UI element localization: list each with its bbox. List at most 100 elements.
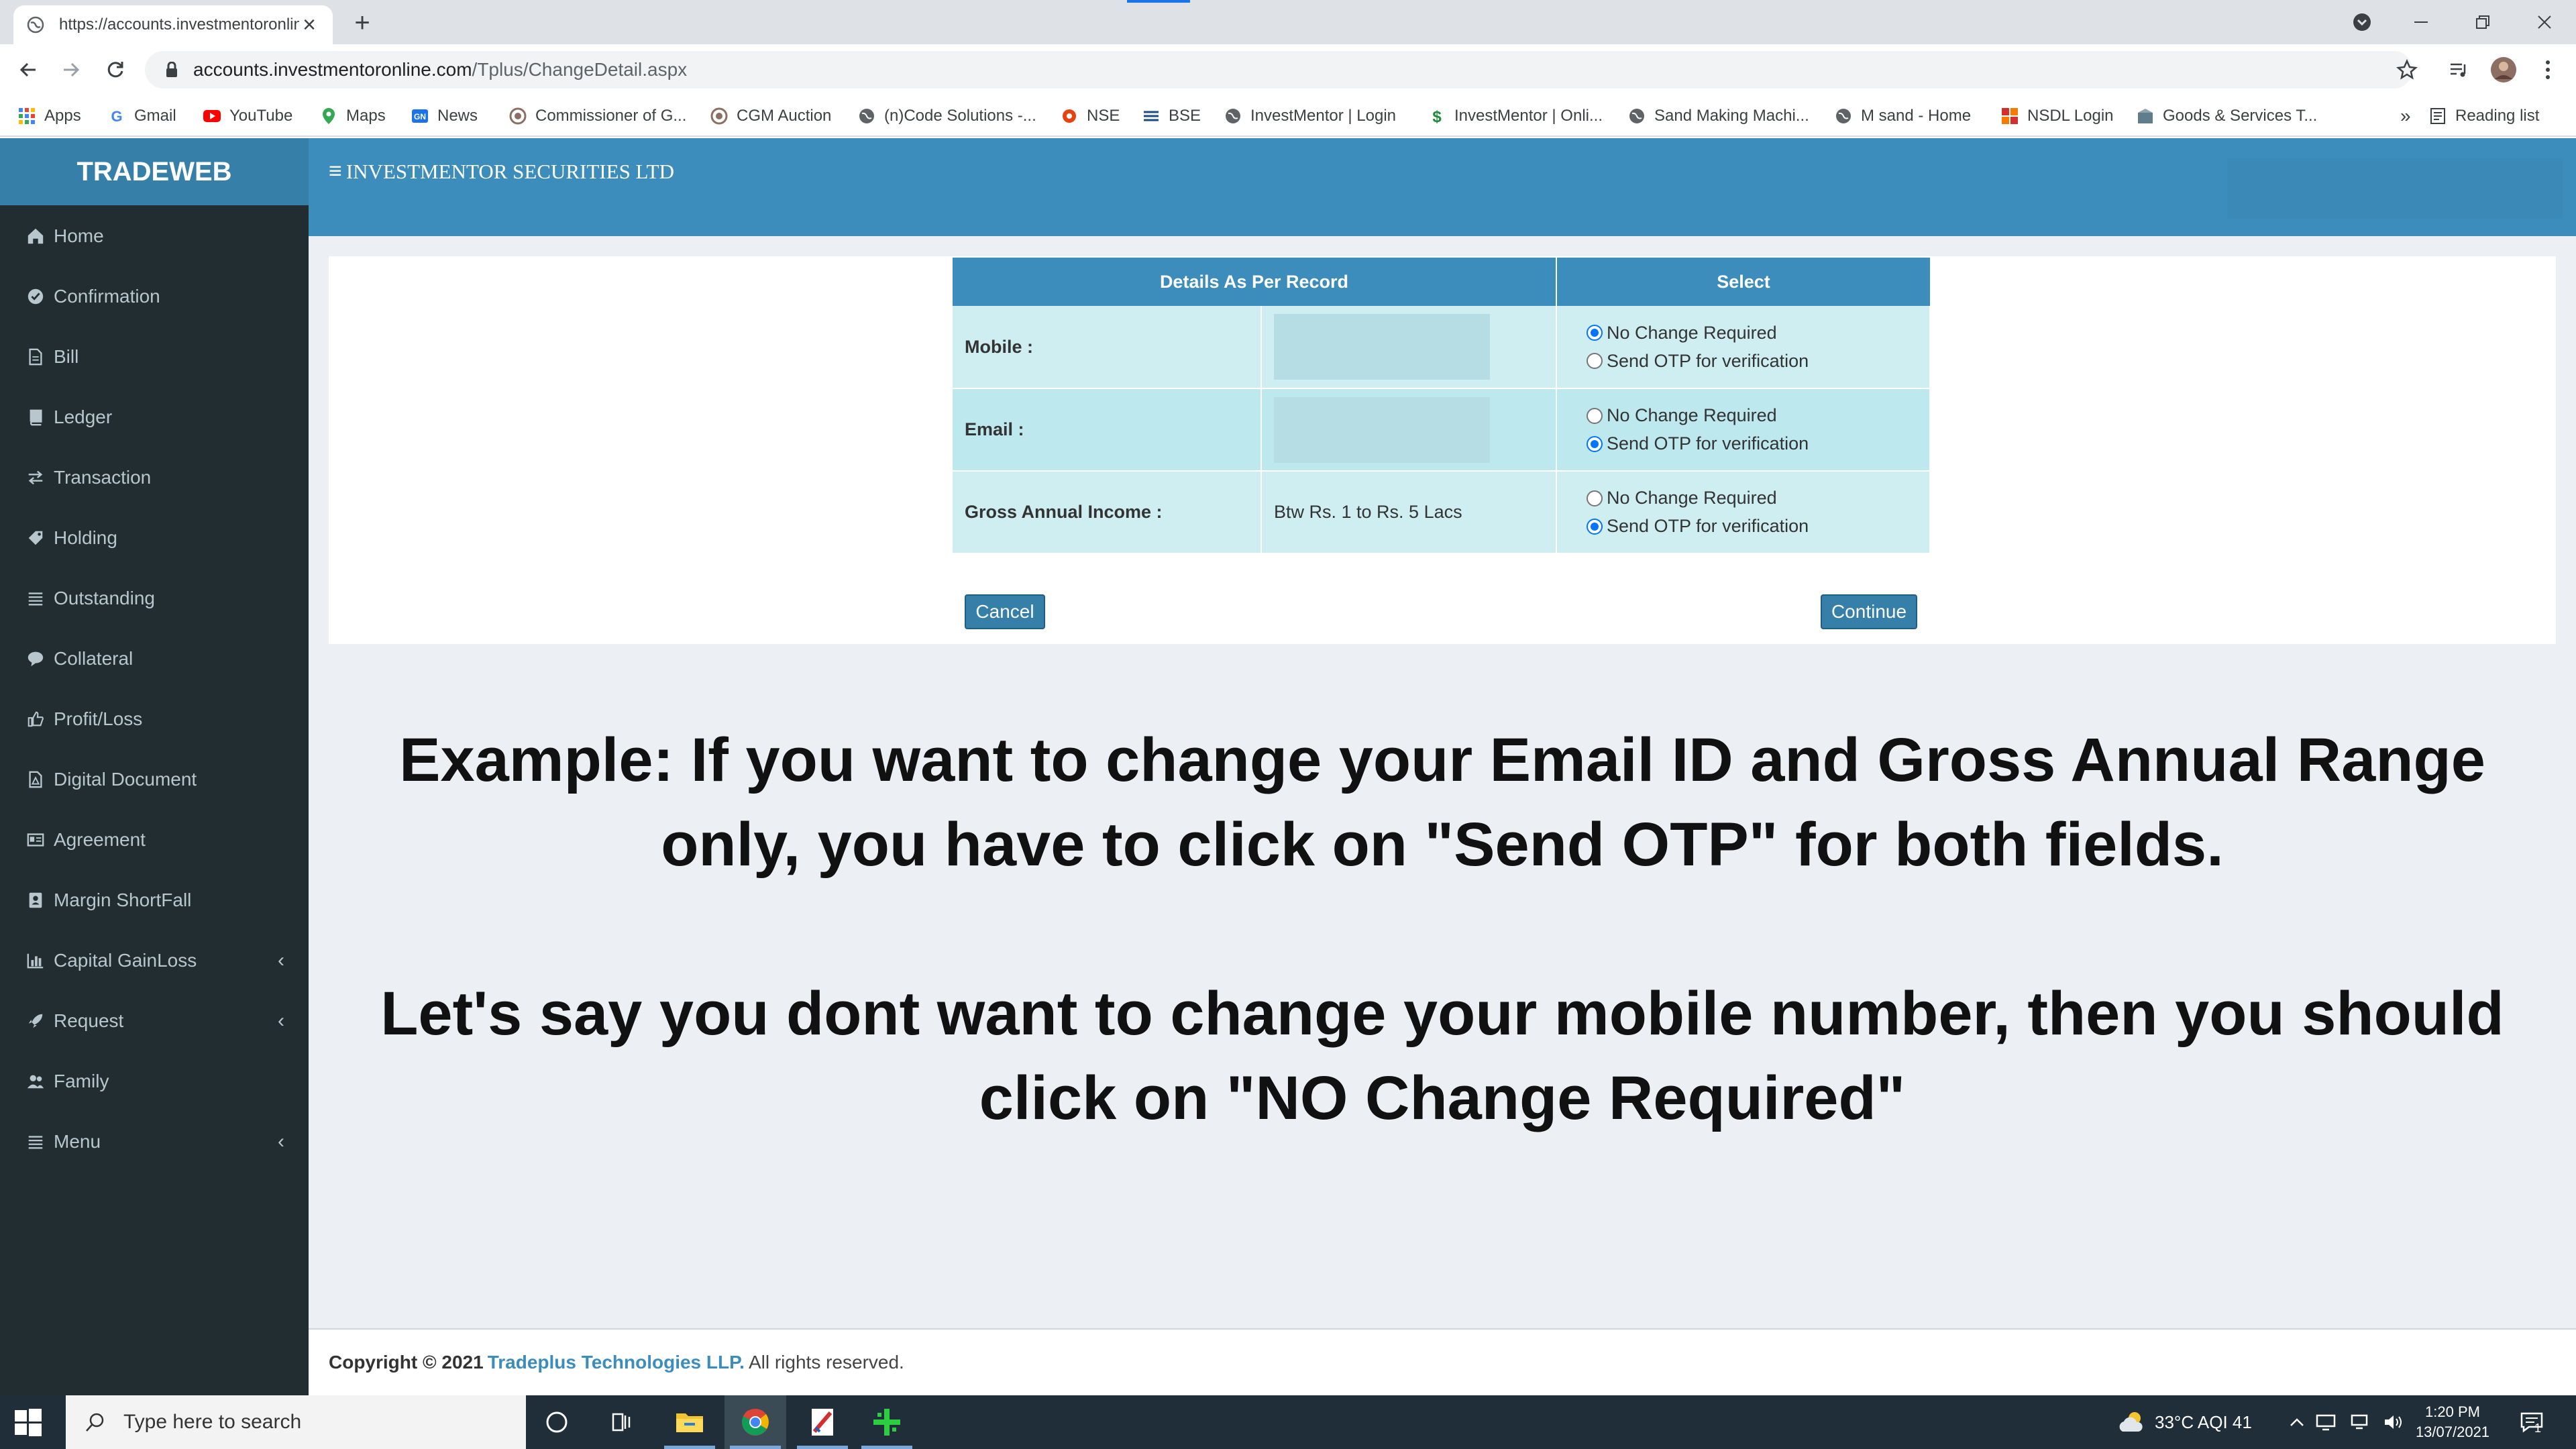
monitor-icon[interactable] — [2316, 1395, 2336, 1449]
cancel-button[interactable]: Cancel — [965, 594, 1045, 629]
radio-button[interactable] — [1587, 353, 1603, 369]
profile-avatar[interactable] — [2489, 55, 2518, 85]
star-icon[interactable] — [2392, 55, 2422, 85]
radio-button[interactable] — [1587, 518, 1603, 535]
windows-start-icon[interactable] — [13, 1407, 46, 1440]
chrome-icon[interactable] — [724, 1395, 786, 1449]
sidebar-item-transaction[interactable]: Transaction — [0, 448, 309, 507]
bookmark-news[interactable]: GN News — [411, 102, 478, 130]
back-arrow-icon[interactable] — [13, 55, 43, 85]
network-icon[interactable] — [2351, 1395, 2371, 1449]
reading-list-button[interactable]: Reading list — [2428, 102, 2539, 130]
address-bar[interactable]: accounts.investmentoronline.com/Tplus/Ch… — [145, 51, 2412, 89]
cortana-icon[interactable] — [526, 1395, 588, 1449]
address-url: accounts.investmentoronline.com/Tplus/Ch… — [193, 59, 687, 80]
bookmark-youtube[interactable]: YouTube — [203, 102, 292, 130]
bookmark-commissioner-of-g[interactable]: Commissioner of G... — [508, 102, 686, 130]
bookmark-m-sand-home[interactable]: M sand - Home — [1834, 102, 1971, 130]
tab-close-icon[interactable]: × — [299, 12, 319, 38]
send-otp-option[interactable]: Send OTP for verification — [1587, 430, 1929, 458]
header-select: Select — [1556, 258, 1930, 306]
browser-tab[interactable]: https://accounts.investmentoronline.com/… — [13, 5, 333, 44]
trading-app-icon[interactable] — [856, 1395, 918, 1449]
bookmark-label: M sand - Home — [1861, 107, 1972, 125]
bookmark-label: Commissioner of G... — [535, 107, 687, 125]
company-name: INVESTMENTOR SECURITIES LTD — [345, 159, 674, 183]
radio-label: No Change Required — [1607, 488, 1777, 508]
field-label: Gross Annual Income : — [953, 471, 1262, 554]
radio-button[interactable] — [1587, 435, 1603, 452]
bookmark-apps[interactable]: Apps — [17, 102, 81, 130]
sidebar-item-menu[interactable]: Menu ‹ — [0, 1112, 309, 1171]
forward-arrow-icon[interactable] — [56, 55, 86, 85]
file-explorer-icon[interactable] — [659, 1395, 720, 1449]
brand-logo[interactable]: TRADEWEB — [0, 138, 309, 205]
notification-center-icon[interactable]: 1 — [2520, 1395, 2543, 1449]
show-hidden-icons[interactable] — [2289, 1395, 2305, 1449]
system-clock[interactable]: 1:20 PM 13/07/2021 — [2412, 1395, 2493, 1449]
bookmark-goods-services-t[interactable]: Goods & Services T... — [2136, 102, 2317, 130]
taskbar-search-box[interactable]: Type here to search — [66, 1395, 526, 1449]
task-view-icon[interactable] — [590, 1395, 652, 1449]
pdf-editor-icon[interactable] — [792, 1395, 853, 1449]
sidebar-item-collateral[interactable]: Collateral — [0, 629, 309, 688]
home-icon — [25, 226, 46, 246]
no-change-option[interactable]: No Change Required — [1587, 484, 1929, 513]
sidebar-item-margin-shortfall[interactable]: Margin ShortFall — [0, 871, 309, 930]
sidebar-item-capital-gainloss[interactable]: Capital GainLoss ‹ — [0, 931, 309, 990]
bookmark-investmentor-login[interactable]: InvestMentor | Login — [1224, 102, 1396, 130]
reload-icon[interactable] — [101, 55, 130, 85]
clock-date: 13/07/2021 — [2415, 1424, 2490, 1440]
bookmark-sand-making-machi[interactable]: Sand Making Machi... — [1627, 102, 1809, 130]
bookmark-cgm-auction[interactable]: CGM Auction — [710, 102, 831, 130]
new-tab-button[interactable]: + — [349, 9, 376, 36]
volume-icon[interactable] — [2383, 1395, 2404, 1449]
option-cell: No Change Required Send OTP for verificat… — [1556, 471, 1931, 554]
sidebar-item-ledger[interactable]: Ledger — [0, 388, 309, 447]
media-control-icon[interactable] — [2445, 55, 2474, 85]
send-otp-option[interactable]: Send OTP for verification — [1587, 347, 1929, 375]
kebab-menu-icon[interactable] — [2533, 55, 2563, 85]
sidebar-item-request[interactable]: Request ‹ — [0, 991, 309, 1051]
no-change-option[interactable]: No Change Required — [1587, 319, 1929, 347]
restore-button[interactable] — [2453, 0, 2513, 44]
more-bookmarks-button[interactable]: » — [2400, 102, 2411, 130]
bookmark-nse[interactable]: NSE — [1060, 102, 1120, 130]
sidebar-item-outstanding[interactable]: Outstanding — [0, 569, 309, 628]
continue-button[interactable]: Continue — [1821, 594, 1917, 629]
svg-text:$: $ — [1432, 108, 1442, 125]
sidebar-item-profit-loss[interactable]: Profit/Loss — [0, 690, 309, 749]
sidebar-item-confirmation[interactable]: Confirmation — [0, 267, 309, 326]
chevron-left-icon[interactable]: ‹ — [278, 1130, 284, 1153]
sidebar-item-label: Digital Document — [54, 769, 197, 790]
footer-company-link[interactable]: Tradeplus Technologies LLP. — [488, 1352, 745, 1373]
id-card-icon — [25, 830, 46, 850]
chevron-left-icon[interactable]: ‹ — [278, 949, 284, 972]
sidebar-item-home[interactable]: Home — [0, 207, 309, 266]
weather-widget[interactable]: 33°C AQI 41 — [2117, 1395, 2252, 1449]
bookmark-bse[interactable]: BSE — [1142, 102, 1201, 130]
radio-button[interactable] — [1587, 407, 1603, 424]
bookmark-gmail[interactable]: G Gmail — [107, 102, 176, 130]
sidebar-item-family[interactable]: Family — [0, 1052, 309, 1111]
reading-list-icon — [2428, 107, 2447, 125]
bookmark-nsdl-login[interactable]: NSDL Login — [2000, 102, 2114, 130]
close-window-button[interactable] — [2514, 0, 2575, 44]
radio-button[interactable] — [1587, 490, 1603, 506]
sidebar-item-agreement[interactable]: Agreement — [0, 810, 309, 869]
sidebar-item-holding[interactable]: Holding — [0, 508, 309, 568]
sidebar-item-bill[interactable]: Bill — [0, 327, 309, 386]
chevron-left-icon[interactable]: ‹ — [278, 1010, 284, 1032]
bookmark-investmentor-onli[interactable]: $ InvestMentor | Onli... — [1428, 102, 1603, 130]
field-label: Mobile : — [953, 306, 1262, 389]
bookmark-n-code-solutions[interactable]: (n)Code Solutions -... — [857, 102, 1036, 130]
hamburger-menu-icon[interactable]: ≡ — [329, 158, 342, 184]
tab-search-button[interactable] — [2332, 0, 2392, 44]
send-otp-option[interactable]: Send OTP for verification — [1587, 513, 1929, 541]
tab-loading-indicator — [1127, 0, 1190, 3]
sidebar-item-digital-document[interactable]: Digital Document — [0, 750, 309, 809]
minimize-button[interactable] — [2391, 0, 2451, 44]
no-change-option[interactable]: No Change Required — [1587, 402, 1929, 430]
bookmark-maps[interactable]: Maps — [319, 102, 386, 130]
radio-button[interactable] — [1587, 325, 1603, 341]
